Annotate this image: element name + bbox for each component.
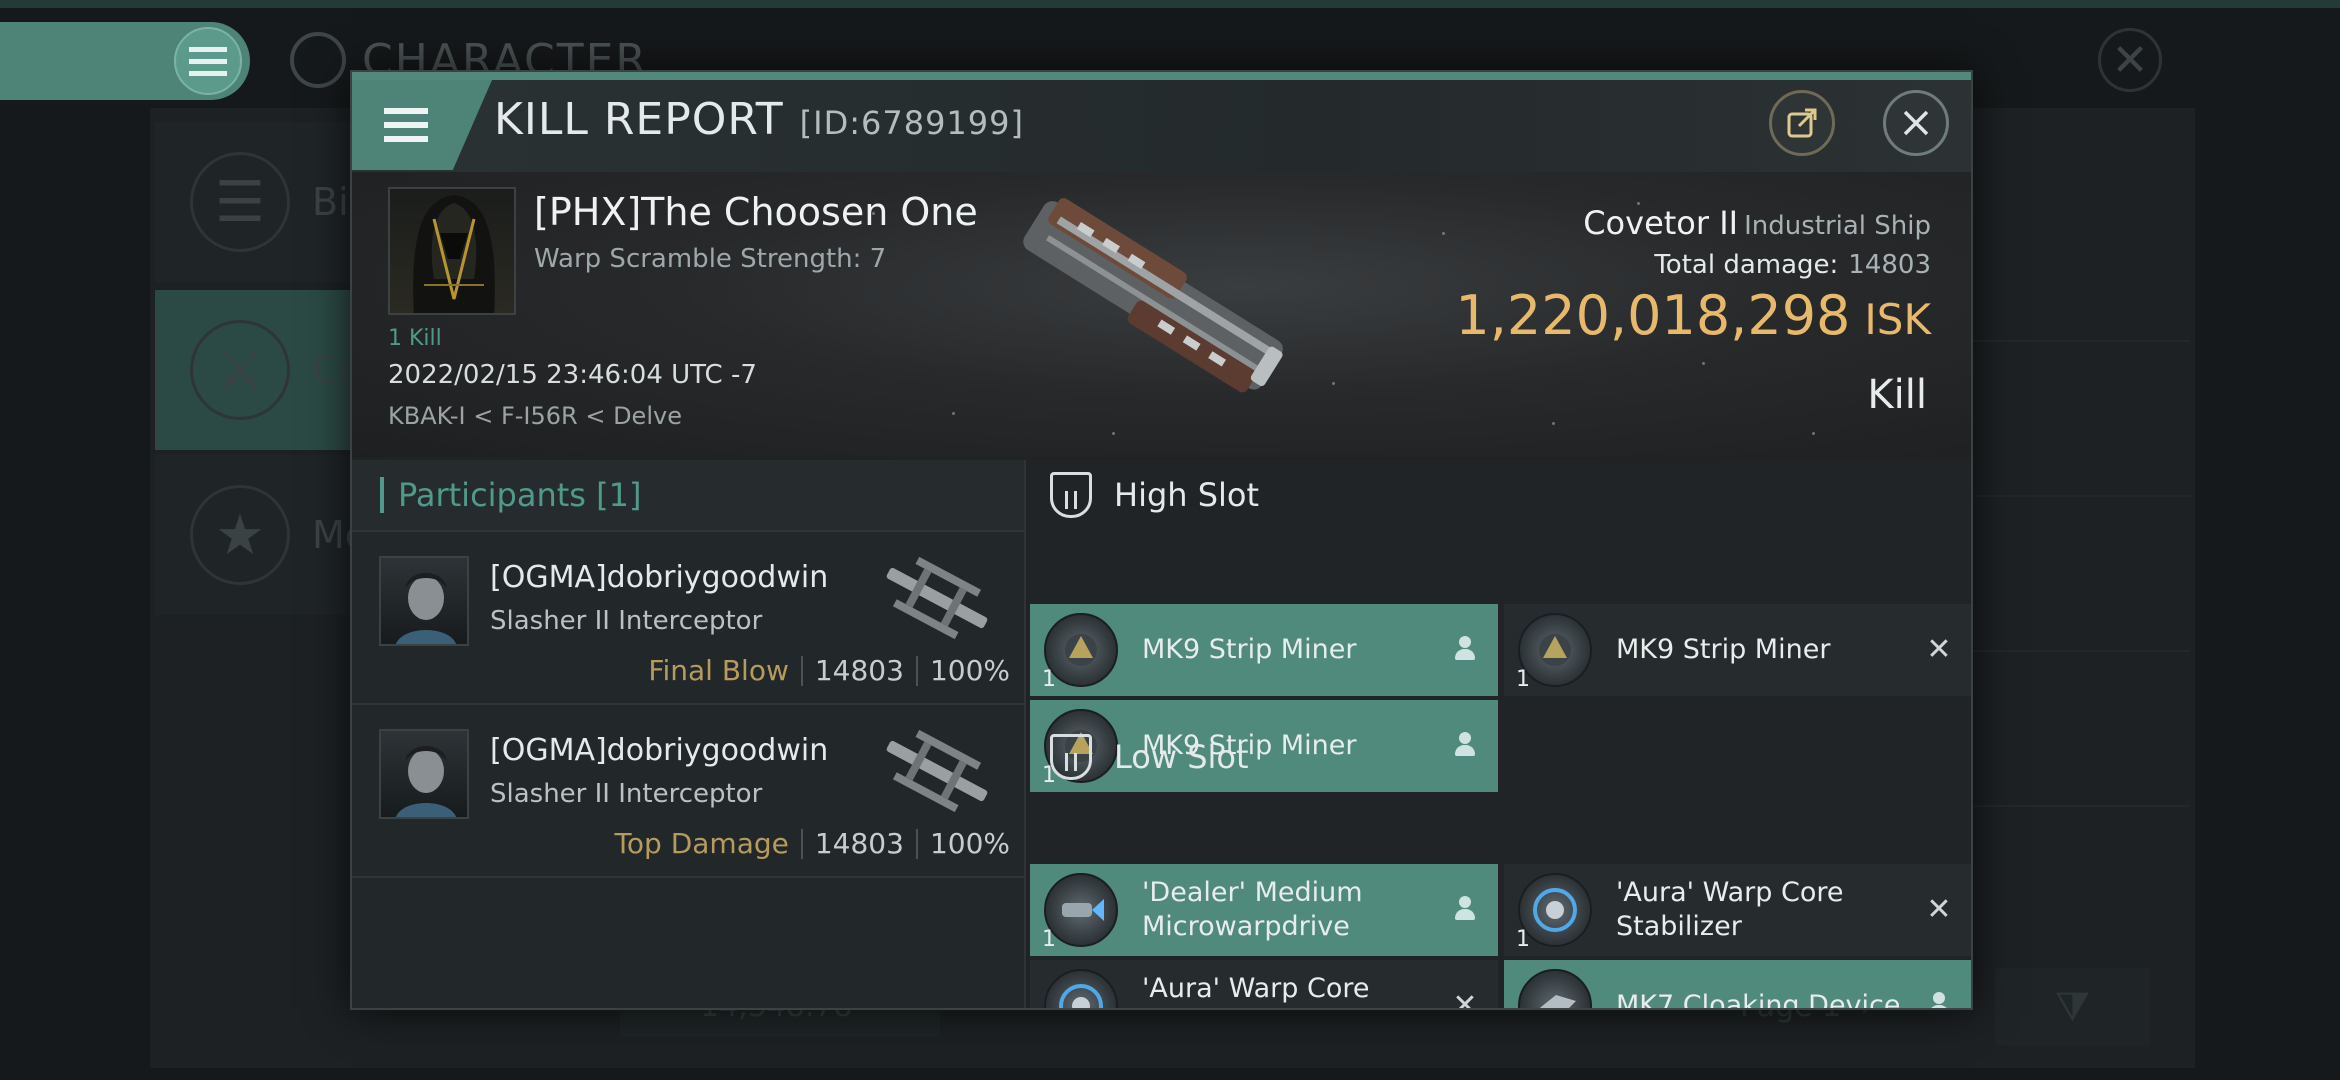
fitting-panel: High Slot 1 MK9 Strip Miner 1 MK9 Strip … [1028,460,1971,1010]
participant-ship-image[interactable] [872,548,1002,648]
cloaking-device-icon [1518,969,1592,1008]
module-name: 'Dealer' Medium Microwarpdrive [1142,877,1363,942]
module-name: MK9 Strip Miner [1142,634,1357,665]
crossed-swords-icon: ⚔ [190,320,290,420]
module-slot[interactable]: 1 'Aura' Warp Core Stabilizer ✕ [1504,864,1971,956]
divider [1960,805,2190,807]
result-label: Kill [1867,372,1927,418]
character-icon [290,32,346,88]
hamburger-icon [384,108,428,142]
isk-value: 1,220,018,298 ISK [1455,284,1931,347]
victim-ship-image[interactable] [992,187,1312,407]
module-slot[interactable]: 1 'Aura' Warp Core Stabilizer ✕ [1030,960,1498,1010]
victim-banner: [PHX]The Choosen One Warp Scramble Stren… [352,172,1971,457]
kill-id[interactable]: [ID:6789199] [800,104,1024,142]
divider [1960,650,2190,652]
list-icon: ☰ [190,152,290,252]
top-status-strip [0,0,2340,8]
dropped-icon [1450,894,1480,924]
divider [915,828,918,859]
filter-button[interactable]: ⧩ [1995,968,2150,1046]
destroyed-icon: ✕ [1926,631,1952,667]
divider [915,655,918,686]
participant-avatar[interactable] [379,729,469,819]
participants-header: Participants [1] [352,460,1024,532]
warp-scramble-strength: Warp Scramble Strength: 7 [534,244,887,274]
kill-report-dialog: KILL REPORT [ID:6789199] [PHX]The Choose… [350,70,1973,1010]
module-name: 'Aura' Warp Core Stabilizer [1142,973,1370,1008]
participant-row[interactable]: [OGMA]dobriygoodwin Slasher II Intercept… [352,532,1024,705]
participant-damage: 14803 [814,654,904,687]
participant-avatar[interactable] [379,556,469,646]
participant-ship-image[interactable] [872,721,1002,821]
warp-core-stabilizer-icon [1044,969,1118,1008]
pilot-portrait-icon [396,746,456,817]
destroyed-icon: ✕ [1452,987,1478,1010]
close-icon [1903,110,1929,136]
divider [1960,340,2190,342]
module-name: MK7 Cloaking Device [1616,990,1901,1010]
module-slot[interactable]: 1 'Dealer' Medium Microwarpdrive [1030,864,1498,956]
victim-name[interactable]: [PHX]The Choosen One [534,190,978,234]
kill-datetime: 2022/02/15 23:46:04 UTC -7 [388,360,757,390]
dropped-icon [1924,990,1954,1008]
close-icon[interactable]: ✕ [2098,28,2162,92]
participant-percent: 100% [929,827,1010,860]
low-slot-header: Low Slot [1028,722,1971,792]
header-accent-bar [380,477,384,513]
participant-ship: Slasher II Interceptor [490,606,763,636]
module-slot[interactable]: 1 MK9 Strip Miner [1030,604,1498,696]
participant-ship: Slasher II Interceptor [490,779,763,809]
high-slot-header: High Slot [1028,460,1971,530]
participant-damage: 14803 [814,827,904,860]
participant-tag: Top Damage [614,827,789,860]
kill-location[interactable]: KBAK-I < F-I56R < Delve [388,402,682,430]
low-slot-icon [1050,734,1092,780]
participant-tag: Final Blow [648,654,789,687]
kill-count: 1 Kill [388,326,442,351]
participant-stats: Final Blow 14803 100% [648,654,1010,687]
participant-name[interactable]: [OGMA]dobriygoodwin [490,733,828,768]
participant-percent: 100% [929,654,1010,687]
divider [800,655,803,686]
dropped-icon [1450,634,1480,664]
dialog-accent-bar [352,72,1971,80]
high-slot-icon [1050,472,1092,518]
participant-stats: Top Damage 14803 100% [615,827,1010,860]
participant-name[interactable]: [OGMA]dobriygoodwin [490,560,828,595]
star-icon: ★ [190,485,290,585]
module-name: MK9 Strip Miner [1616,634,1831,665]
main-menu-button[interactable] [0,22,250,100]
dialog-title: KILL REPORT [ID:6789199] [494,94,1024,145]
hamburger-icon [174,27,242,95]
module-slot[interactable]: 1 MK7 Cloaking Device [1504,960,1971,1010]
victim-ship[interactable]: Covetor II Industrial Ship [1583,204,1931,242]
divider [800,828,803,859]
participants-panel: Participants [1] [OGMA]dobriygoodwin Sla… [352,460,1026,1008]
share-button[interactable] [1769,90,1835,156]
total-damage: Total damage: 14803 [1654,250,1931,280]
module-name: 'Aura' Warp Core Stabilizer [1616,877,1844,942]
victim-portrait[interactable] [388,187,516,315]
divider [1960,495,2190,497]
share-icon [1787,108,1817,138]
participant-row[interactable]: [OGMA]dobriygoodwin Slasher II Intercept… [352,705,1024,878]
hooded-figure-icon [413,195,495,313]
module-slot[interactable]: 1 MK9 Strip Miner ✕ [1504,604,1971,696]
destroyed-icon: ✕ [1926,891,1952,927]
close-button[interactable] [1883,90,1949,156]
pilot-portrait-icon [396,573,456,644]
